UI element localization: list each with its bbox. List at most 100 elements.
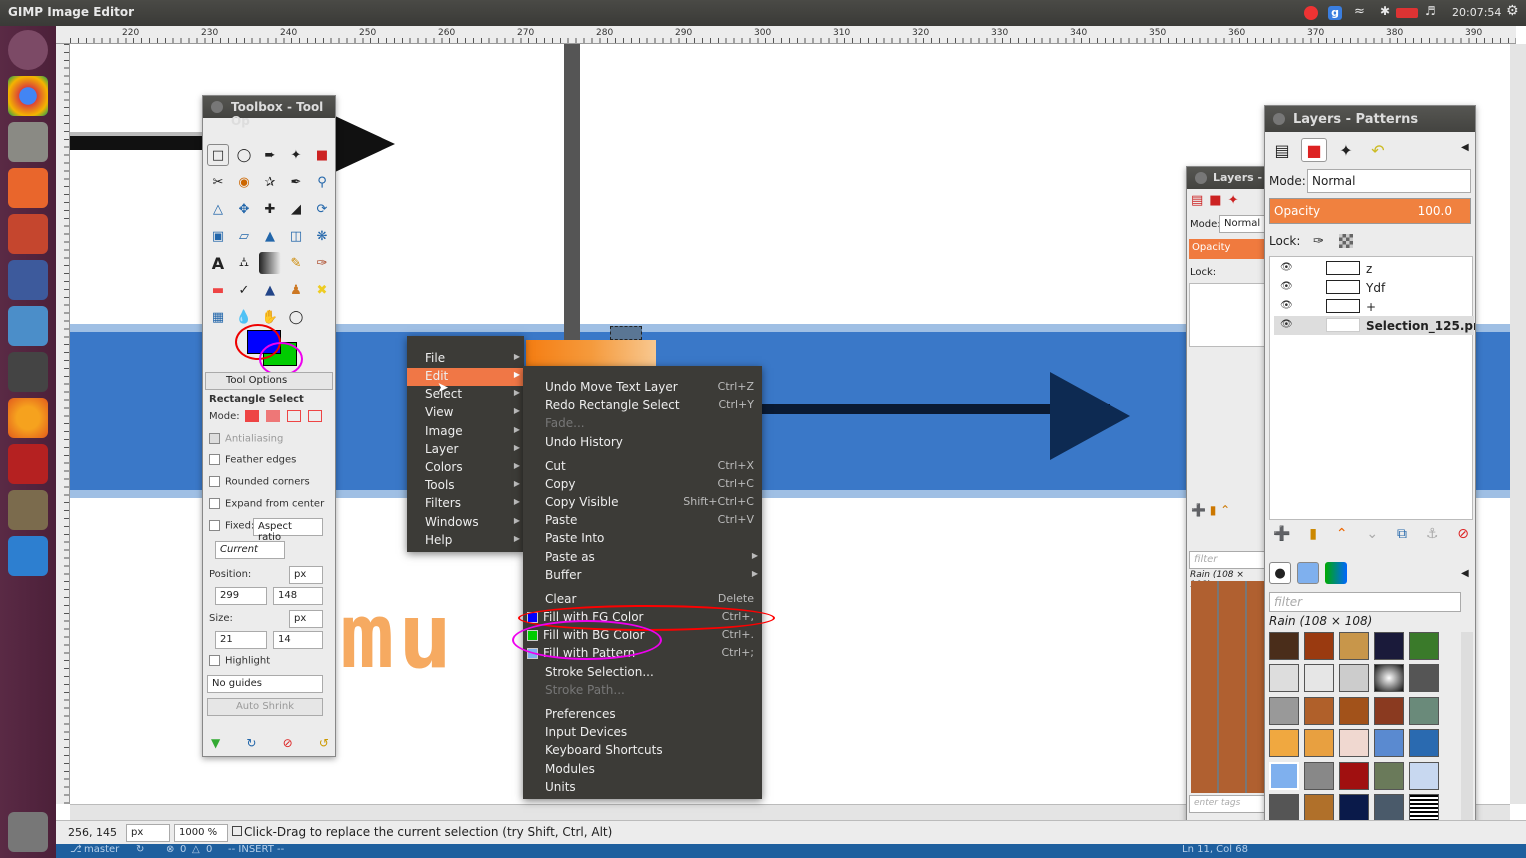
menu-keyboard-shortcuts[interactable]: Keyboard Shortcuts (523, 742, 762, 760)
pattern-tile[interactable] (1269, 696, 1299, 725)
menu-fade[interactable]: Fade... (523, 415, 762, 433)
menu-stroke-selection[interactable]: Stroke Selection... (523, 664, 762, 682)
vertical-ruler[interactable] (56, 44, 70, 804)
rounded-checkbox[interactable] (209, 476, 220, 487)
menu-cut[interactable]: Cut Ctrl+X (523, 458, 762, 476)
highlight-row[interactable]: Highlight (209, 655, 270, 667)
lock-pixels-icon[interactable]: ✑ (1313, 234, 1324, 249)
duplicate-icon[interactable]: ⧉ (1397, 526, 1407, 542)
dodge-burn-icon[interactable]: ◯ (285, 306, 307, 328)
layer-actions-small[interactable]: ➕ ▮ ⌃ (1191, 503, 1230, 517)
app-icon[interactable] (8, 260, 48, 300)
pattern-tile[interactable] (1304, 761, 1334, 790)
cursor-position[interactable]: Ln 11, Col 68 (1182, 844, 1248, 855)
zoom-select[interactable]: 1000 % (174, 824, 228, 842)
pattern-tile[interactable] (1304, 696, 1334, 725)
dash-icon[interactable] (8, 30, 48, 70)
pattern-tile[interactable] (1374, 794, 1404, 823)
gradient-icon[interactable] (259, 252, 281, 274)
error-count[interactable]: 0 (180, 844, 186, 855)
tab-menu-icon[interactable]: ◀ (1461, 142, 1469, 153)
flip-icon[interactable]: ◫ (285, 225, 307, 247)
pattern-tile[interactable] (1269, 632, 1299, 660)
ellipse-select-icon[interactable]: ◯ (233, 144, 255, 166)
size-h-input[interactable]: 14 (273, 631, 323, 649)
fuzzy-select-icon[interactable]: ✦ (285, 144, 307, 166)
volume-icon[interactable]: ♬ (1425, 4, 1436, 18)
trash-icon[interactable] (8, 812, 48, 852)
perspective-icon[interactable]: ▲ (259, 225, 281, 247)
crop-icon[interactable]: ◢ (285, 198, 307, 220)
delete-layer-icon[interactable]: ⊘ (1457, 526, 1469, 542)
heal-icon[interactable]: ✖ (311, 279, 333, 301)
pattern-tile[interactable] (1339, 729, 1369, 758)
horizontal-ruler[interactable]: 220 230 240 250 260 270 280 290 300 310 … (56, 26, 1516, 44)
layer-list-small[interactable] (1189, 283, 1265, 347)
lower-icon[interactable]: ⌄ (1366, 526, 1378, 542)
pattern-tile[interactable] (1409, 664, 1439, 693)
save-icon[interactable]: ▼ (211, 736, 220, 752)
settings-icon[interactable] (8, 214, 48, 254)
pattern-tile-selected[interactable] (1269, 761, 1299, 790)
gear-icon[interactable]: ⚙ (1506, 3, 1519, 19)
menu-input-devices[interactable]: Input Devices (523, 724, 762, 742)
battery-icon[interactable] (1396, 8, 1418, 18)
text-icon[interactable]: A (207, 252, 229, 274)
menu-layer[interactable]: Layer ▶ (407, 441, 524, 459)
anchor-icon[interactable]: ⚓ (1426, 526, 1439, 542)
bluetooth-icon[interactable]: ✱ (1380, 4, 1390, 18)
menu-redo[interactable]: Redo Rectangle Select Ctrl+Y (523, 397, 762, 415)
mode-intersect-icon[interactable] (308, 410, 323, 422)
delete-icon[interactable]: ⊘ (283, 736, 293, 752)
menu-stroke-path[interactable]: Stroke Path... (523, 682, 762, 700)
tab-undo-icon[interactable]: ↶ (1365, 138, 1391, 162)
expand-checkbox[interactable] (209, 498, 220, 509)
size-unit[interactable]: px (289, 610, 323, 628)
layer-row[interactable]: 👁 Ydf (1274, 278, 1474, 297)
mode-add-icon[interactable] (266, 410, 280, 422)
cage-icon[interactable]: ❋ (311, 225, 333, 247)
layer-list[interactable]: 👁z 👁Ydf 👁+ 👁Selection_125.png (1269, 256, 1475, 520)
screenshot-icon[interactable] (8, 306, 48, 346)
mode-subtract-icon[interactable] (287, 410, 302, 422)
firefox-icon[interactable] (8, 398, 48, 438)
layer-row[interactable]: 👁 z (1274, 259, 1474, 278)
menu-colors[interactable]: Colors ▶ (407, 459, 524, 477)
selection-marquee[interactable] (610, 326, 642, 340)
close-icon[interactable] (1195, 172, 1207, 184)
pattern-tile[interactable] (1304, 794, 1334, 823)
menu-select[interactable]: Select ▶ (407, 386, 524, 404)
menu-copy-visible[interactable]: Copy Visible Shift+Ctrl+C (523, 494, 762, 512)
ink-icon[interactable]: ▲ (259, 279, 281, 301)
tab-brushes-icon[interactable]: ● (1269, 562, 1291, 584)
tab-channels-icon[interactable]: ■ (1301, 138, 1327, 162)
mode-select[interactable]: Normal (1307, 169, 1471, 193)
opacity-slider[interactable]: Opacity 100.0 (1269, 198, 1471, 224)
lasso-icon[interactable]: ➨ (259, 144, 281, 166)
rounded-row[interactable]: Rounded corners (209, 476, 310, 488)
color-picker-icon[interactable]: ✒ (285, 171, 307, 193)
layer-row-selected[interactable]: 👁 Selection_125.png (1274, 316, 1475, 335)
pattern-tile[interactable] (1304, 664, 1334, 693)
menu-paste-into[interactable]: Paste Into (523, 530, 762, 548)
pattern-tile[interactable] (1339, 664, 1369, 693)
pencil-icon[interactable]: ✎ (285, 252, 307, 274)
menu-edit[interactable]: Edit ▶ (407, 368, 524, 386)
menu-modules[interactable]: Modules (523, 761, 762, 779)
tags-input[interactable]: enter tags (1189, 795, 1265, 813)
size-w-input[interactable]: 21 (215, 631, 267, 649)
paintbrush-icon[interactable]: ✑ (311, 252, 333, 274)
fixed-checkbox[interactable] (209, 520, 220, 531)
position-unit[interactable]: px (289, 566, 323, 584)
menu-paste-as[interactable]: Paste as ▶ (523, 549, 762, 567)
filter-input-small[interactable]: filter (1189, 551, 1265, 569)
tab-patterns-icon[interactable] (1297, 562, 1319, 584)
pattern-tile[interactable] (1339, 761, 1369, 790)
menu-buffer[interactable]: Buffer ▶ (523, 567, 762, 585)
tab-layers-icon[interactable]: ▤ (1269, 138, 1295, 162)
pattern-grid-small[interactable] (1191, 581, 1265, 793)
close-icon[interactable] (211, 101, 223, 113)
pattern-tile[interactable] (1409, 761, 1439, 790)
align-icon[interactable]: ✚ (259, 198, 281, 220)
position-y-input[interactable]: 148 (273, 587, 323, 605)
